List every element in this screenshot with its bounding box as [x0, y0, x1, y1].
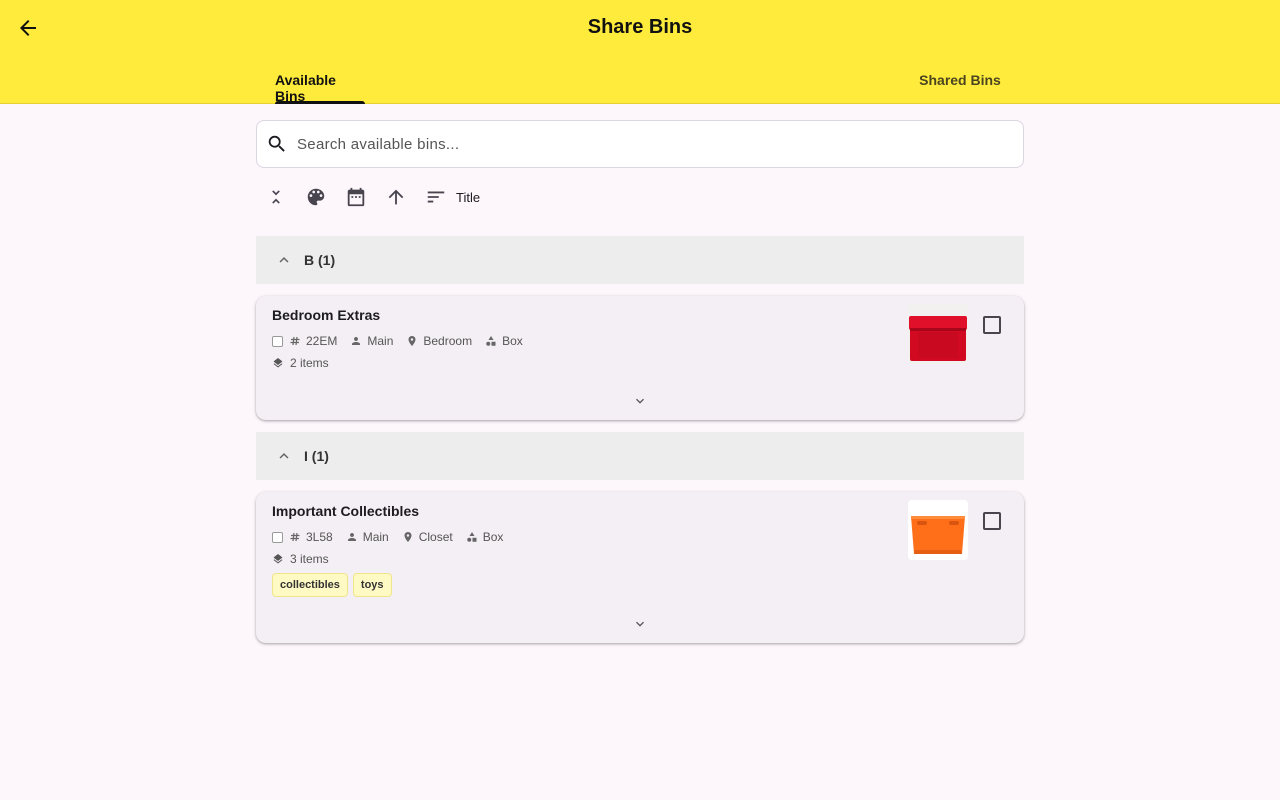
bin-owner-text: Main: [362, 530, 389, 544]
arrow-up-icon: [388, 189, 404, 205]
bin-title: Bedroom Extras: [272, 307, 381, 323]
orange-crate-image: [908, 500, 968, 560]
bin-items-text: 3 items: [290, 552, 329, 566]
bin-tags: collectibles toys: [272, 573, 392, 597]
layers-icon: [273, 554, 283, 564]
bin-meta: 3L58 Main Closet Box: [272, 530, 516, 544]
bin-code-text: 3L58: [306, 530, 333, 544]
expand-button[interactable]: [632, 393, 648, 409]
bin-type: Box: [485, 334, 523, 348]
sort-field-button[interactable]: Title: [416, 180, 480, 214]
chevron-up-icon: [275, 447, 293, 465]
bin-items: 3 items: [272, 552, 329, 566]
bin-meta: 22EM Main Bedroom Box: [272, 334, 536, 348]
search-icon: [266, 133, 288, 155]
bin-card[interactable]: Bedroom Extras 22EM Main Bedroom Box 2 i…: [256, 296, 1024, 420]
bin-owner: Main: [346, 530, 389, 544]
bin-code-text: 22EM: [306, 334, 338, 348]
sort-direction-button[interactable]: [376, 180, 416, 214]
bin-location: Bedroom: [406, 334, 472, 348]
bin-type-text: Box: [482, 530, 504, 544]
sort-icon-wrap: [416, 180, 456, 214]
bin-type-text: Box: [502, 334, 523, 348]
calendar-icon: [347, 187, 365, 207]
tab-available-bins[interactable]: Available Bins: [275, 60, 365, 104]
tag-chip[interactable]: collectibles: [272, 573, 348, 597]
search-bar: [256, 120, 1024, 168]
date-filter-button[interactable]: [336, 180, 376, 214]
group-header-b[interactable]: B (1): [256, 236, 1024, 284]
collapse-all-button[interactable]: [256, 180, 296, 214]
tab-shared-bins[interactable]: Shared Bins: [910, 60, 1010, 104]
expand-button[interactable]: [632, 616, 648, 632]
layers-icon: [273, 358, 283, 368]
group-header-i[interactable]: I (1): [256, 432, 1024, 480]
bin-owner-text: Main: [367, 334, 394, 348]
sort-icon: [427, 191, 445, 203]
person-icon: [347, 533, 356, 541]
red-box-image: [908, 304, 968, 364]
page-title: Share Bins: [587, 16, 693, 38]
collapse-all-icon: [272, 190, 280, 204]
bin-checkbox-small[interactable]: [272, 531, 283, 543]
tag-chip[interactable]: toys: [352, 573, 392, 597]
bin-card[interactable]: Important Collectibles 3L58 Main Closet …: [256, 492, 1024, 643]
location-pin-icon: [404, 532, 412, 542]
bin-owner: Main: [350, 334, 393, 348]
bin-select-checkbox[interactable]: [983, 316, 1001, 334]
group-label: I (1): [304, 448, 329, 464]
bin-items-text: 2 items: [290, 356, 329, 370]
bin-checkbox-small[interactable]: [272, 335, 283, 347]
search-input[interactable]: [297, 135, 997, 153]
bin-location-text: Closet: [418, 530, 453, 544]
bin-type: Box: [466, 530, 504, 544]
shapes-icon: [466, 532, 477, 542]
shapes-icon: [486, 336, 496, 346]
color-filter-button[interactable]: [296, 180, 336, 214]
bin-code: 3L58: [289, 530, 333, 544]
bin-photo[interactable]: [908, 304, 968, 364]
location-pin-icon: [408, 336, 416, 346]
group-label: B (1): [304, 252, 336, 268]
palette-icon: [307, 188, 325, 206]
chevron-down-icon: [636, 621, 644, 627]
bin-select-checkbox[interactable]: [983, 512, 1001, 530]
bin-location-text: Bedroom: [423, 334, 473, 348]
chevron-up-icon: [275, 251, 293, 269]
bin-items: 2 items: [272, 356, 329, 370]
sort-label: Title: [456, 189, 481, 205]
chevron-down-icon: [636, 398, 644, 404]
bin-photo[interactable]: [908, 500, 968, 560]
toolbar: Title: [256, 180, 480, 214]
bin-title: Important Collectibles: [272, 503, 420, 519]
bin-code: 22EM: [289, 334, 337, 348]
hash-icon: [290, 532, 300, 542]
hash-icon: [290, 336, 300, 346]
app-bar: Share Bins Available Bins Shared Bins: [0, 0, 1280, 104]
bin-location: Closet: [402, 530, 453, 544]
person-icon: [352, 337, 361, 345]
